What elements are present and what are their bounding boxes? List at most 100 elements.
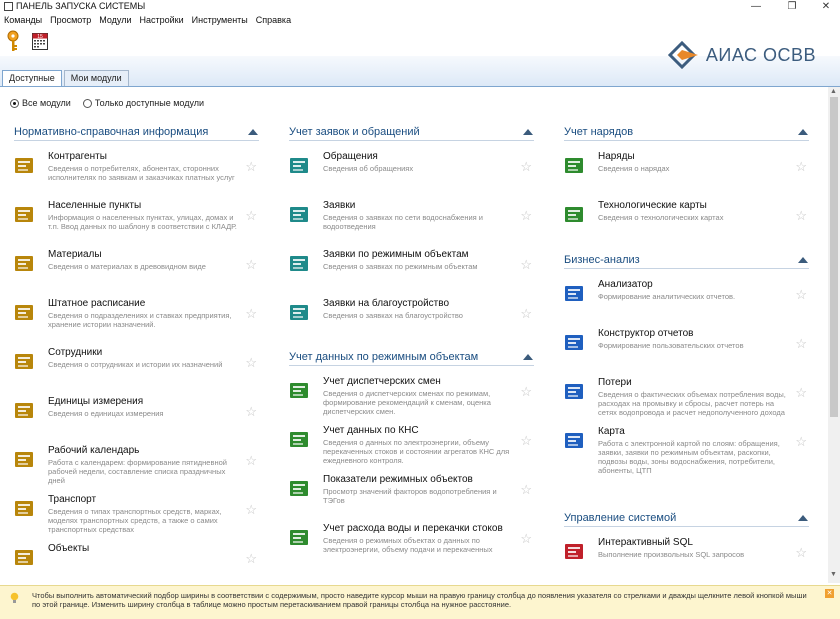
scroll-up-icon[interactable]: ▲ bbox=[830, 88, 837, 95]
module-item[interactable]: Единицы измерения Сведения о единицах изм… bbox=[14, 396, 259, 445]
brand-logo: АИАС ОСВВ bbox=[667, 40, 816, 70]
module-title[interactable]: Заявки по режимным объектам bbox=[323, 249, 469, 260]
restore-button[interactable]: ❐ bbox=[778, 0, 806, 14]
scrollbar-thumb[interactable] bbox=[830, 97, 838, 417]
favorite-star-icon[interactable]: ☆ bbox=[795, 336, 807, 352]
collapse-section-icon[interactable] bbox=[798, 515, 808, 521]
module-title[interactable]: Сотрудники bbox=[48, 347, 102, 358]
module-item[interactable]: Показатели режимных объектов Просмотр зна… bbox=[289, 474, 534, 523]
module-title[interactable]: Анализатор bbox=[598, 279, 653, 290]
favorite-star-icon[interactable]: ☆ bbox=[795, 545, 807, 561]
module-item[interactable]: Учет диспетчерских смен Сведения о диспет… bbox=[289, 376, 534, 425]
module-title[interactable]: Объекты bbox=[48, 543, 89, 554]
vertical-scrollbar[interactable]: ▲ ▼ bbox=[828, 87, 840, 583]
favorite-star-icon[interactable]: ☆ bbox=[795, 287, 807, 303]
favorite-star-icon[interactable]: ☆ bbox=[795, 208, 807, 224]
collapse-section-icon[interactable] bbox=[798, 257, 808, 263]
favorite-star-icon[interactable]: ☆ bbox=[245, 355, 257, 371]
module-title[interactable]: Единицы измерения bbox=[48, 396, 143, 407]
module-title[interactable]: Учет диспетчерских смен bbox=[323, 376, 441, 387]
favorite-star-icon[interactable]: ☆ bbox=[245, 453, 257, 469]
menu-tools[interactable]: Инструменты bbox=[188, 14, 252, 26]
module-item[interactable]: Заявки по режимным объектам Сведения о за… bbox=[289, 249, 534, 298]
favorite-star-icon[interactable]: ☆ bbox=[520, 482, 532, 498]
filter-available-modules[interactable]: Только доступные модули bbox=[82, 98, 204, 108]
module-title[interactable]: Заявки bbox=[323, 200, 355, 211]
module-item[interactable]: Конструктор отчетов Формирование пользова… bbox=[564, 328, 809, 377]
module-item[interactable]: Карта Работа с электронной картой по слоя… bbox=[564, 426, 809, 475]
module-item[interactable]: Технологические карты Сведения о технолог… bbox=[564, 200, 809, 249]
favorite-star-icon[interactable]: ☆ bbox=[520, 433, 532, 449]
collapse-section-icon[interactable] bbox=[798, 129, 808, 135]
module-title[interactable]: Материалы bbox=[48, 249, 102, 260]
menu-settings[interactable]: Настройки bbox=[136, 14, 188, 26]
module-title[interactable]: Контрагенты bbox=[48, 151, 107, 162]
favorite-star-icon[interactable]: ☆ bbox=[520, 384, 532, 400]
module-title[interactable]: Обращения bbox=[323, 151, 378, 162]
favorite-star-icon[interactable]: ☆ bbox=[795, 385, 807, 401]
module-item[interactable]: Материалы Сведения о материалах в древови… bbox=[14, 249, 259, 298]
favorite-star-icon[interactable]: ☆ bbox=[520, 306, 532, 322]
collapse-section-icon[interactable] bbox=[523, 129, 533, 135]
menu-help[interactable]: Справка bbox=[252, 14, 295, 26]
module-item[interactable]: Заявки Сведения о заявках по сети водосна… bbox=[289, 200, 534, 249]
collapse-section-icon[interactable] bbox=[248, 129, 258, 135]
module-item[interactable]: Заявки на благоустройство Сведения о заяв… bbox=[289, 298, 534, 347]
module-title[interactable]: Рабочий календарь bbox=[48, 445, 139, 456]
module-item[interactable]: Рабочий календарь Работа с календарем: фо… bbox=[14, 445, 259, 494]
favorite-star-icon[interactable]: ☆ bbox=[245, 208, 257, 224]
module-item[interactable]: Потери Сведения о фактических объемах пот… bbox=[564, 377, 809, 426]
favorite-star-icon[interactable]: ☆ bbox=[520, 208, 532, 224]
close-button[interactable]: ✕ bbox=[812, 0, 840, 14]
module-item[interactable]: Учет расхода воды и перекачки стоков Свед… bbox=[289, 523, 534, 572]
module-title[interactable]: Потери bbox=[598, 377, 632, 388]
collapse-section-icon[interactable] bbox=[523, 354, 533, 360]
favorite-star-icon[interactable]: ☆ bbox=[795, 434, 807, 450]
module-title[interactable]: Учет данных по КНС bbox=[323, 425, 419, 436]
module-title[interactable]: Населенные пункты bbox=[48, 200, 141, 211]
module-item[interactable]: Штатное расписание Сведения о подразделен… bbox=[14, 298, 259, 347]
menu-modules[interactable]: Модули bbox=[95, 14, 135, 26]
module-item[interactable]: Наряды Сведения о нарядах ☆ bbox=[564, 151, 809, 200]
module-item[interactable]: Анализатор Формирование аналитических отч… bbox=[564, 279, 809, 328]
module-title[interactable]: Карта bbox=[598, 426, 625, 437]
tab-available[interactable]: Доступные bbox=[2, 70, 62, 87]
module-title[interactable]: Наряды bbox=[598, 151, 635, 162]
favorite-star-icon[interactable]: ☆ bbox=[520, 257, 532, 273]
radio-all-modules[interactable] bbox=[10, 98, 19, 108]
module-title[interactable]: Штатное расписание bbox=[48, 298, 145, 309]
favorite-star-icon[interactable]: ☆ bbox=[245, 306, 257, 322]
favorite-star-icon[interactable]: ☆ bbox=[245, 502, 257, 518]
module-title[interactable]: Заявки на благоустройство bbox=[323, 298, 449, 309]
menu-view[interactable]: Просмотр bbox=[46, 14, 95, 26]
module-title[interactable]: Интерактивный SQL bbox=[598, 537, 693, 548]
favorite-star-icon[interactable]: ☆ bbox=[245, 159, 257, 175]
favorite-star-icon[interactable]: ☆ bbox=[795, 159, 807, 175]
module-item[interactable]: Населенные пункты Информация о населенных… bbox=[14, 200, 259, 249]
module-title[interactable]: Конструктор отчетов bbox=[598, 328, 694, 339]
menu-commands[interactable]: Команды bbox=[0, 14, 46, 26]
favorite-star-icon[interactable]: ☆ bbox=[245, 257, 257, 273]
minimize-button[interactable]: — bbox=[742, 0, 770, 14]
close-hint-icon[interactable]: ✕ bbox=[825, 589, 834, 598]
module-item[interactable]: Контрагенты Сведения о потребителях, абон… bbox=[14, 151, 259, 200]
module-title[interactable]: Показатели режимных объектов bbox=[323, 474, 473, 485]
key-icon[interactable] bbox=[6, 30, 20, 52]
favorite-star-icon[interactable]: ☆ bbox=[520, 531, 532, 547]
scroll-down-icon[interactable]: ▼ bbox=[830, 571, 837, 578]
module-item[interactable]: Транспорт Сведения о типах транспортных с… bbox=[14, 494, 259, 543]
module-title[interactable]: Учет расхода воды и перекачки стоков bbox=[323, 523, 503, 534]
module-item[interactable]: Интерактивный SQL Выполнение произвольных… bbox=[564, 537, 809, 586]
favorite-star-icon[interactable]: ☆ bbox=[245, 551, 257, 567]
tab-my-modules[interactable]: Мои модули bbox=[63, 70, 129, 86]
module-title[interactable]: Транспорт bbox=[48, 494, 96, 505]
module-item[interactable]: Учет данных по КНС Сведения о данных по э… bbox=[289, 425, 534, 474]
favorite-star-icon[interactable]: ☆ bbox=[245, 404, 257, 420]
module-title[interactable]: Технологические карты bbox=[598, 200, 707, 211]
calendar-icon[interactable]: 15 bbox=[32, 32, 48, 50]
radio-available-modules[interactable] bbox=[82, 98, 92, 108]
favorite-star-icon[interactable]: ☆ bbox=[520, 159, 532, 175]
filter-all-modules[interactable]: Все модули bbox=[10, 98, 71, 108]
module-item[interactable]: Обращения Сведения об обращениях ☆ bbox=[289, 151, 534, 200]
module-item[interactable]: Сотрудники Сведения о сотрудниках и истор… bbox=[14, 347, 259, 396]
